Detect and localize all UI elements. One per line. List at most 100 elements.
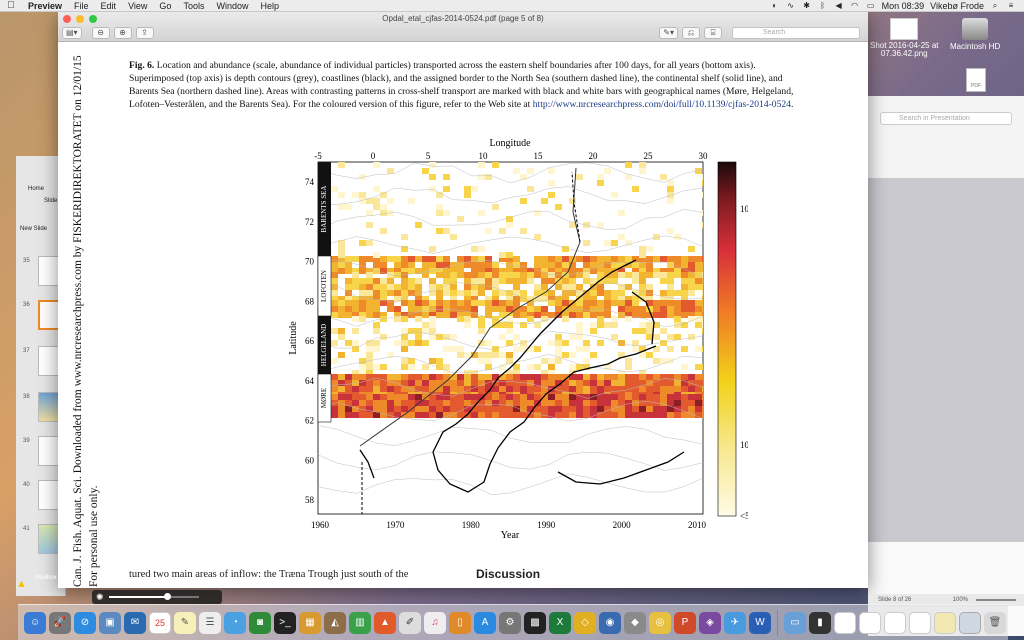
zoom-out-icon[interactable]: ⊖ bbox=[91, 27, 110, 39]
heatmap-cell bbox=[618, 300, 625, 306]
ibooks-icon[interactable]: ▯ bbox=[449, 611, 471, 634]
notification-center-icon[interactable]: ≡ bbox=[1006, 1, 1016, 10]
heatmap-cell bbox=[681, 256, 688, 262]
share-icon[interactable]: ⇪ bbox=[135, 27, 154, 39]
desktop-hard-drive[interactable]: Macintosh HD bbox=[950, 18, 1000, 51]
app-icon[interactable]: ✈ bbox=[724, 611, 746, 634]
menu-app-name[interactable]: Preview bbox=[22, 1, 68, 11]
menu-go[interactable]: Go bbox=[153, 1, 177, 11]
status-icon[interactable]: ◐ bbox=[770, 1, 780, 10]
desktop-screenshot-file[interactable]: Shot 2016-04-25 at 07.36.42.png bbox=[870, 18, 939, 58]
terminal-icon[interactable]: >_ bbox=[274, 611, 296, 634]
trash-icon[interactable]: 🗑 bbox=[984, 611, 1006, 634]
document-icon[interactable] bbox=[884, 611, 906, 634]
search-input[interactable]: Search bbox=[732, 27, 860, 39]
wifi-icon[interactable]: ◠ bbox=[850, 1, 860, 10]
brightness-knob[interactable] bbox=[163, 593, 171, 600]
launchpad-icon[interactable]: 🚀 bbox=[49, 611, 71, 634]
slide-thumbnail[interactable] bbox=[38, 256, 60, 286]
heatmap-cell bbox=[408, 400, 415, 406]
excel-icon[interactable]: X bbox=[549, 611, 571, 634]
keynote-icon[interactable]: ◭ bbox=[324, 611, 346, 634]
window-titlebar[interactable]: Opdal_etal_cjfas-2014-0524.pdf (page 5 o… bbox=[58, 12, 868, 42]
markup-pen-icon[interactable]: ✎▾ bbox=[659, 27, 678, 39]
document-icon[interactable] bbox=[909, 611, 931, 634]
toolbox-icon[interactable]: ⌸ bbox=[704, 27, 722, 39]
powerpoint-icon[interactable]: P bbox=[674, 611, 696, 634]
heatmap-cell bbox=[471, 300, 478, 306]
messages-icon[interactable]: ◔ bbox=[224, 611, 246, 634]
rotate-icon[interactable]: ⎌ bbox=[682, 27, 700, 39]
calendar-icon[interactable]: 25 bbox=[149, 611, 171, 634]
slide-thumbnail[interactable] bbox=[38, 346, 60, 376]
numbers-icon[interactable]: ▥ bbox=[349, 611, 371, 634]
heatmap-cell bbox=[443, 186, 450, 192]
slide-thumbnail[interactable] bbox=[38, 480, 60, 510]
mail-icon[interactable]: ✉ bbox=[124, 611, 146, 634]
pdf-page[interactable]: Fig. 6. Location and abundance (scale, a… bbox=[58, 42, 868, 588]
menu-view[interactable]: View bbox=[122, 1, 153, 11]
app-icon[interactable]: ◉ bbox=[599, 611, 621, 634]
spotlight-icon[interactable]: ⌕ bbox=[990, 1, 1000, 10]
doi-link[interactable]: http://www.nrcresearchpress.com/doi/full… bbox=[533, 99, 791, 110]
itunes-icon[interactable]: ♫ bbox=[424, 611, 446, 634]
new-slide-button[interactable]: New Slide bbox=[20, 226, 47, 232]
matlab-icon[interactable]: ▲ bbox=[374, 611, 396, 634]
apple-menu-icon[interactable]:  bbox=[0, 0, 22, 11]
battery-icon[interactable]: ▭ bbox=[866, 1, 876, 10]
menu-user[interactable]: Vikebø Frode bbox=[930, 1, 984, 11]
heatmap-cell bbox=[422, 412, 429, 418]
bluetooth-icon[interactable]: ᛒ bbox=[818, 1, 828, 10]
app-icon[interactable]: ◆ bbox=[624, 611, 646, 634]
sketch-icon[interactable]: ◇ bbox=[574, 611, 596, 634]
document-icon[interactable] bbox=[934, 611, 956, 634]
menu-help[interactable]: Help bbox=[254, 1, 285, 11]
menu-edit[interactable]: Edit bbox=[95, 1, 123, 11]
home-tab[interactable]: Home bbox=[28, 186, 44, 192]
heatmap-cell bbox=[639, 394, 646, 400]
presentation-search-input[interactable]: Search in Presentation bbox=[880, 112, 1012, 125]
app-icon[interactable]: ◈ bbox=[699, 611, 721, 634]
reminders-icon[interactable]: ☰ bbox=[199, 611, 221, 634]
slide-thumbnail[interactable] bbox=[38, 436, 60, 466]
chrome-icon[interactable]: ◎ bbox=[649, 611, 671, 634]
heatmap-cell bbox=[569, 312, 576, 318]
document-icon[interactable] bbox=[834, 611, 856, 634]
heatmap-cell bbox=[667, 386, 674, 392]
app-store-icon[interactable]: A bbox=[474, 611, 496, 634]
zoom-in-icon[interactable]: ⊕ bbox=[113, 27, 132, 39]
photo-app-icon[interactable]: ▣ bbox=[99, 611, 121, 634]
slide-thumbnail[interactable] bbox=[38, 524, 60, 554]
folder-icon[interactable]: ▭ bbox=[784, 611, 806, 634]
facetime-icon[interactable]: ◙ bbox=[249, 611, 271, 634]
slide-tab[interactable]: Slide bbox=[44, 198, 57, 204]
word-icon[interactable]: W bbox=[749, 611, 771, 634]
zoom-level[interactable]: 100% bbox=[953, 597, 968, 603]
safari-icon[interactable]: ⊘ bbox=[74, 611, 96, 634]
finder-icon[interactable]: ☺ bbox=[24, 611, 46, 634]
app-icon[interactable]: ▮ bbox=[809, 611, 831, 634]
preview-app-icon[interactable]: ▦ bbox=[299, 611, 321, 634]
menu-clock[interactable]: Mon 08:39 bbox=[882, 1, 925, 11]
zoom-slider[interactable] bbox=[976, 599, 1016, 601]
brightness-slider[interactable] bbox=[108, 593, 199, 600]
slide-thumbnail[interactable] bbox=[38, 392, 60, 422]
sidebar-toggle-icon[interactable]: ▤▾ bbox=[62, 27, 82, 39]
status-icon[interactable]: ∿ bbox=[786, 1, 796, 10]
downloads-stack-icon[interactable] bbox=[959, 611, 981, 634]
heatmap-cell bbox=[422, 386, 429, 392]
menu-window[interactable]: Window bbox=[210, 1, 254, 11]
menu-file[interactable]: File bbox=[68, 1, 95, 11]
desktop-pdf-file-icon[interactable]: PDF bbox=[966, 68, 986, 92]
notes-icon[interactable]: ✎ bbox=[174, 611, 196, 634]
system-preferences-icon[interactable]: ⚙ bbox=[499, 611, 521, 634]
status-icon[interactable]: ✱ bbox=[802, 1, 812, 10]
document-icon[interactable] bbox=[859, 611, 881, 634]
menu-tools[interactable]: Tools bbox=[177, 1, 210, 11]
textedit-icon[interactable]: ✐ bbox=[399, 611, 421, 634]
slide-thumbnail-selected[interactable] bbox=[38, 300, 60, 330]
activity-monitor-icon[interactable]: ▩ bbox=[524, 611, 546, 634]
heatmap-cell bbox=[520, 374, 527, 380]
heatmap-cell bbox=[513, 380, 520, 386]
volume-icon[interactable]: ◀ bbox=[834, 1, 844, 10]
